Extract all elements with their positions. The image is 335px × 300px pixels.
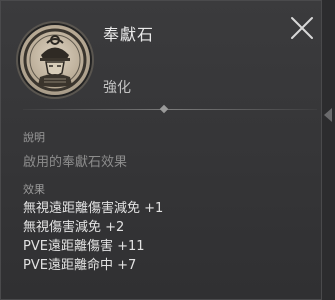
effect-item: PVE遠距離命中 +7	[23, 258, 137, 273]
item-type: 強化	[103, 80, 131, 96]
divider	[23, 109, 317, 110]
tooltip-panel: 奉獻石 強化 說明 啟用的奉獻石效果 效果 無視遠距離傷害減免 +1 無視傷害減…	[0, 0, 322, 300]
effect-item: PVE遠距離傷害 +11	[23, 239, 145, 254]
divider-ornament	[159, 104, 169, 114]
effect-item: 無視傷害減免 +2	[23, 220, 125, 235]
item-name: 奉獻石	[103, 25, 155, 44]
close-icon	[291, 17, 313, 39]
description-text: 啟用的奉獻石效果	[23, 155, 128, 170]
caret-left-icon	[324, 108, 332, 122]
description-label: 說明	[23, 131, 45, 144]
side-panel-edge	[322, 0, 335, 300]
effects-list: 無視遠距離傷害減免 +1 無視傷害減免 +2 PVE遠距離傷害 +11 PVE遠…	[23, 199, 163, 275]
effect-item: 無視遠距離傷害減免 +1	[23, 201, 164, 216]
item-tooltip-window: 奉獻石 強化 說明 啟用的奉獻石效果 效果 無視遠距離傷害減免 +1 無視傷害減…	[0, 0, 335, 300]
samurai-helmet-emblem-icon	[20, 25, 90, 95]
close-button[interactable]	[287, 13, 317, 43]
effects-label: 效果	[23, 183, 45, 196]
